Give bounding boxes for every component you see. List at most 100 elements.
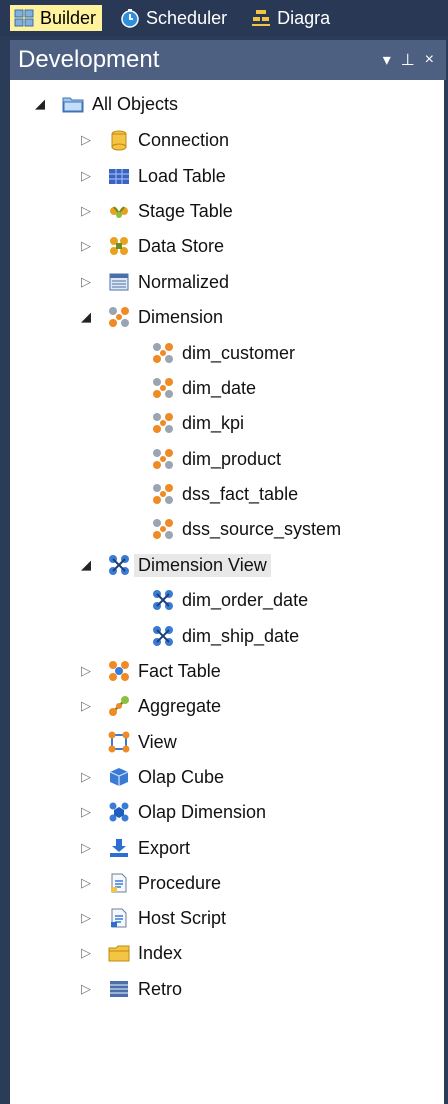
- expand-arrow-icon[interactable]: ▷: [78, 168, 94, 184]
- folder-icon: [62, 93, 84, 115]
- pin-icon[interactable]: ⊥: [401, 50, 415, 70]
- dimension-icon: [152, 342, 174, 364]
- tree-item-olap-dimension[interactable]: ▷ Olap Dimension: [78, 798, 266, 826]
- expand-arrow-icon[interactable]: ▷: [78, 203, 94, 219]
- tree-item-fact-table[interactable]: ▷ Fact Table: [78, 657, 221, 685]
- tree-label: View: [138, 731, 177, 752]
- close-icon[interactable]: ×: [425, 51, 434, 69]
- tree-label: Data Store: [138, 235, 225, 256]
- dimension-view-icon: [152, 625, 174, 647]
- expand-arrow-icon[interactable]: ▷: [78, 769, 94, 785]
- tree-leaf-dimension[interactable]: dss_source_system: [152, 515, 341, 543]
- tree-label: Procedure: [138, 872, 222, 893]
- tree-leaf-dimension[interactable]: dim_customer: [152, 339, 295, 367]
- collapse-arrow-icon[interactable]: ◢: [78, 557, 94, 573]
- tree-label: All Objects: [92, 93, 179, 114]
- fact-table-icon: [108, 660, 130, 682]
- view-icon: [108, 731, 130, 753]
- tree-leaf-dimension[interactable]: dim_kpi: [152, 409, 244, 437]
- tree-label: Fact Table: [138, 660, 221, 681]
- tree-label: dim_ship_date: [182, 625, 300, 646]
- olap-cube-icon: [108, 766, 130, 788]
- collapse-arrow-icon[interactable]: ◢: [32, 96, 48, 112]
- tree-leaf-dimension[interactable]: dss_fact_table: [152, 480, 298, 508]
- expand-arrow-icon[interactable]: ▷: [78, 698, 94, 714]
- dimension-icon: [152, 448, 174, 470]
- dropdown-icon[interactable]: ▾: [383, 50, 391, 70]
- collapse-arrow-icon[interactable]: ◢: [78, 309, 94, 325]
- expand-arrow-icon[interactable]: ▷: [78, 238, 94, 254]
- aggregate-icon: [108, 695, 130, 717]
- object-tree-panel: ◢ All Objects ▷ Connection ▷ Load Table …: [10, 80, 444, 1104]
- tree-item-connection[interactable]: ▷ Connection: [78, 126, 229, 154]
- tab-builder[interactable]: Builder: [10, 5, 103, 31]
- tree-item-procedure[interactable]: ▷ Procedure: [78, 869, 221, 897]
- tree-item-stage-table[interactable]: ▷ Stage Table: [78, 197, 233, 225]
- clock-icon: [120, 8, 140, 28]
- tree-item-retro[interactable]: ▷ Retro: [78, 975, 182, 1003]
- tree-item-aggregate[interactable]: ▷ Aggregate: [78, 692, 221, 720]
- tree-label: dim_date: [182, 377, 257, 398]
- tree-label: dim_customer: [182, 342, 296, 363]
- tree-label: Retro: [138, 978, 183, 999]
- tree-label: dss_fact_table: [182, 483, 299, 504]
- tree-label: Host Script: [138, 907, 227, 928]
- dimension-icon: [152, 483, 174, 505]
- stage-table-icon: [108, 200, 130, 222]
- tree-label: Load Table: [138, 165, 226, 186]
- tab-scheduler-label: Scheduler: [146, 7, 228, 28]
- tree-leaf-dimension-view[interactable]: dim_ship_date: [152, 622, 299, 650]
- tree-item-host-script[interactable]: ▷ Host Script: [78, 904, 226, 932]
- tree-item-normalized[interactable]: ▷ Normalized: [78, 268, 229, 296]
- tree-label: Connection: [138, 129, 230, 150]
- tree-item-index[interactable]: ▷ Index: [78, 939, 182, 967]
- tree-label: Dimension View: [134, 553, 271, 577]
- tree-leaf-dimension[interactable]: dim_product: [152, 445, 281, 473]
- index-icon: [108, 942, 130, 964]
- panel-title-bar: Development ▾ ⊥ ×: [10, 40, 446, 80]
- tree-item-load-table[interactable]: ▷ Load Table: [78, 162, 226, 190]
- normalized-icon: [108, 271, 130, 293]
- tab-diagram[interactable]: Diagra: [247, 5, 336, 31]
- dimension-view-icon: [152, 589, 174, 611]
- tree-label: Index: [138, 942, 183, 963]
- tree-label: Normalized: [138, 271, 230, 292]
- olap-dimension-icon: [108, 801, 130, 823]
- tree-item-dimension-view[interactable]: ◢ Dimension View: [78, 551, 271, 579]
- tree-item-dimension[interactable]: ◢ Dimension: [78, 303, 223, 331]
- expand-arrow-icon[interactable]: ▷: [78, 910, 94, 926]
- procedure-icon: [108, 872, 130, 894]
- tree-label: dss_source_system: [182, 518, 342, 539]
- tree-leaf-dimension-view[interactable]: dim_order_date: [152, 586, 308, 614]
- tree-root-all-objects[interactable]: ◢ All Objects: [32, 90, 178, 118]
- dimension-view-icon: [108, 554, 130, 576]
- expand-arrow-icon[interactable]: ▷: [78, 945, 94, 961]
- tree-label: Olap Cube: [138, 766, 225, 787]
- tab-scheduler[interactable]: Scheduler: [116, 5, 233, 31]
- tree-label: Olap Dimension: [138, 801, 267, 822]
- expand-arrow-icon[interactable]: ▷: [78, 875, 94, 891]
- tree-item-export[interactable]: ▷ Export: [78, 834, 190, 862]
- tab-diagram-label: Diagra: [277, 7, 331, 28]
- expand-arrow-icon[interactable]: ▷: [78, 981, 94, 997]
- expand-arrow-icon[interactable]: ▷: [78, 274, 94, 290]
- tree-label: Stage Table: [138, 200, 233, 221]
- tree-label: Dimension: [138, 306, 224, 327]
- tree-label: dim_order_date: [182, 589, 309, 610]
- dimension-icon: [152, 518, 174, 540]
- document-tab-bar: Builder Scheduler Diagra: [0, 0, 448, 36]
- tree-item-view[interactable]: View: [78, 728, 177, 756]
- dimension-icon: [152, 412, 174, 434]
- expand-arrow-icon[interactable]: ▷: [78, 840, 94, 856]
- expand-arrow-icon[interactable]: ▷: [78, 663, 94, 679]
- data-store-icon: [108, 235, 130, 257]
- tree-item-olap-cube[interactable]: ▷ Olap Cube: [78, 763, 224, 791]
- tree-item-data-store[interactable]: ▷ Data Store: [78, 232, 224, 260]
- expand-arrow-icon[interactable]: ▷: [78, 132, 94, 148]
- tab-builder-label: Builder: [40, 7, 97, 28]
- tree-leaf-dimension[interactable]: dim_date: [152, 374, 256, 402]
- retro-icon: [108, 978, 130, 1000]
- tree-label: Aggregate: [138, 695, 222, 716]
- expand-arrow-icon[interactable]: ▷: [78, 804, 94, 820]
